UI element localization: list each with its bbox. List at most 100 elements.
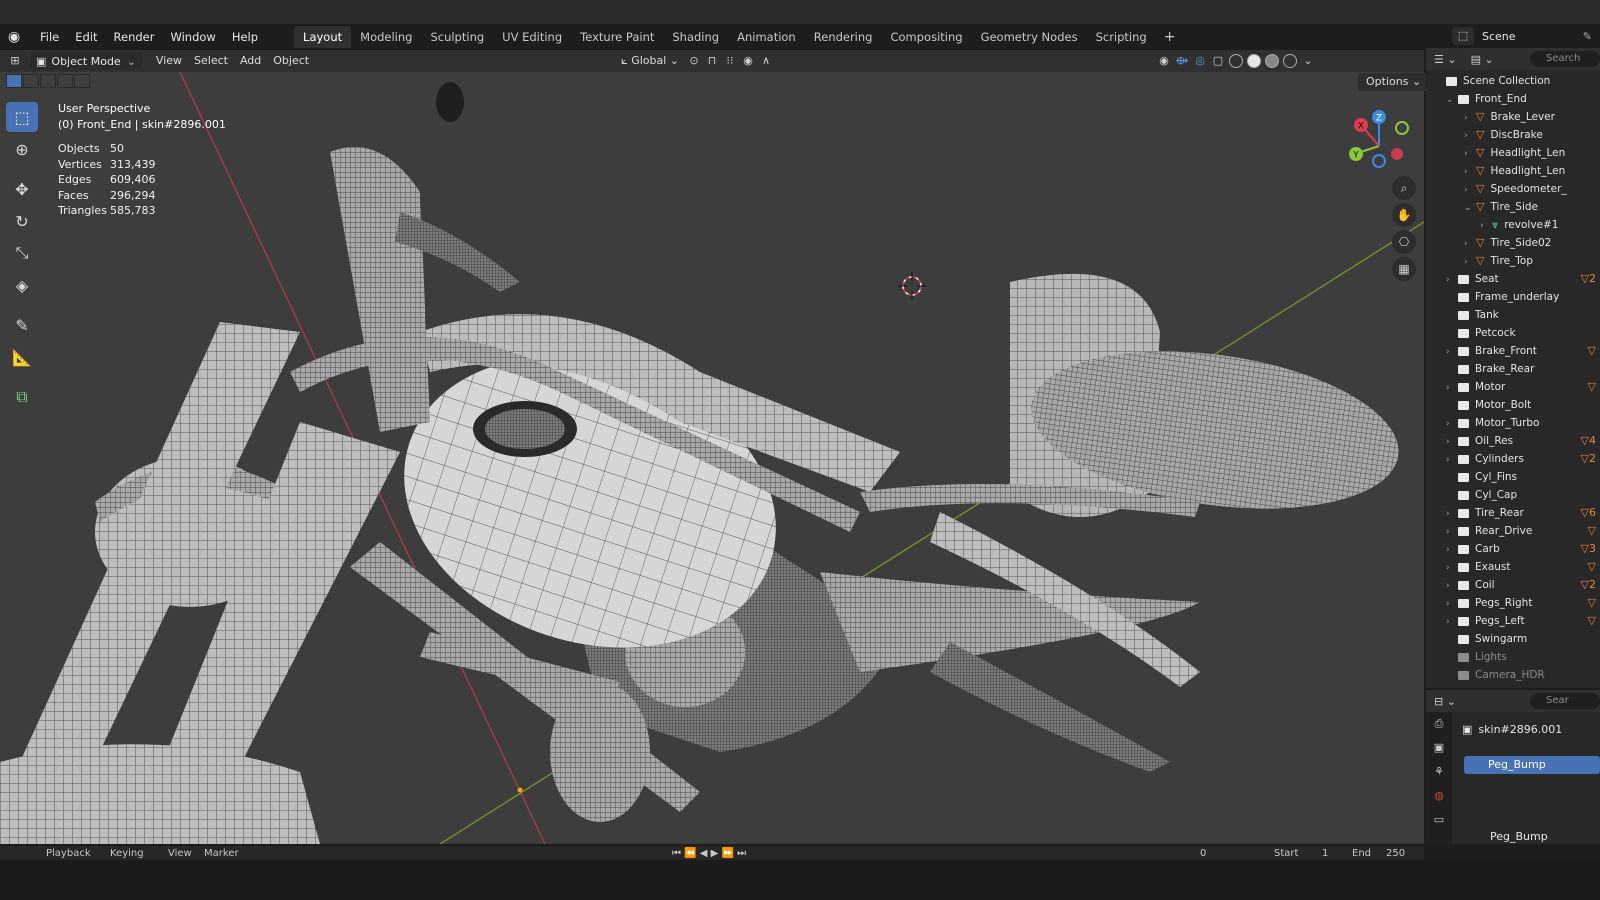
expand-closed-icon[interactable]: › <box>1446 613 1458 631</box>
scene-icon[interactable]: ⬚ <box>1452 27 1474 45</box>
material-slot-item[interactable]: Peg_Bump <box>1464 756 1600 774</box>
tab-geometry-nodes[interactable]: Geometry Nodes <box>972 26 1087 48</box>
expand-closed-icon[interactable]: › <box>1446 415 1458 433</box>
outliner-row[interactable]: › Brake_Front ▽ <box>1446 342 1600 360</box>
select-box-tool-icon[interactable]: ⬚ <box>6 102 38 132</box>
expand-closed-icon[interactable]: › <box>1446 379 1458 397</box>
select-subtract-mode-icon[interactable] <box>40 74 56 88</box>
pivot-point-icon[interactable]: ⊙ <box>685 52 703 70</box>
outliner-row[interactable]: › Seat ▽2 <box>1446 270 1600 288</box>
rotate-tool-icon[interactable]: ↻ <box>6 206 38 236</box>
material-shading-icon[interactable] <box>1265 54 1279 68</box>
outliner-row[interactable]: › Carb ▽3 <box>1446 540 1600 558</box>
outliner-row[interactable]: › ▽ Tire_Top <box>1464 252 1600 270</box>
ortho-grid-icon[interactable]: ▦ <box>1392 257 1416 281</box>
outliner-row[interactable]: Brake_Rear <box>1446 360 1600 378</box>
expand-closed-icon[interactable]: › <box>1446 451 1458 469</box>
outliner-row[interactable]: Camera_HDR <box>1446 666 1600 684</box>
camera-view-icon[interactable]: ⎔ <box>1392 230 1416 254</box>
shading-options-icon[interactable]: ⌄ <box>1299 52 1317 70</box>
tab-uv-editing[interactable]: UV Editing <box>493 26 571 48</box>
collection-tab-icon[interactable]: ▭ <box>1426 808 1452 832</box>
expand-closed-icon[interactable]: › <box>1446 343 1458 361</box>
timeline-view-menu[interactable]: View <box>168 848 192 859</box>
tab-modeling[interactable]: Modeling <box>351 26 421 48</box>
outliner-row[interactable]: › Coil ▽2 <box>1446 576 1600 594</box>
object-mode-dropdown[interactable]: ▣ Object Mode ⌄ <box>30 52 142 70</box>
outliner-row[interactable]: › ▽ Brake_Lever <box>1464 108 1600 126</box>
outliner-row[interactable]: › Rear_Drive ▽ <box>1446 522 1600 540</box>
expand-closed-icon[interactable]: › <box>1464 235 1476 253</box>
expand-closed-icon[interactable]: › <box>1464 127 1476 145</box>
expand-closed-icon[interactable]: › <box>1446 523 1458 541</box>
marker-menu[interactable]: Marker <box>204 848 239 859</box>
outliner-row[interactable]: › Motor_Turbo <box>1446 414 1600 432</box>
snap-target-icon[interactable]: ⁝⁝ <box>721 52 739 70</box>
material-name-field[interactable]: Peg_Bump <box>1460 828 1600 846</box>
falloff-icon[interactable]: ∧ <box>757 52 775 70</box>
expand-closed-icon[interactable]: › <box>1464 145 1476 163</box>
editor-type-icon[interactable]: ⊞ <box>6 52 24 70</box>
tab-rendering[interactable]: Rendering <box>805 26 882 48</box>
blender-logo-icon[interactable]: ◉ <box>8 29 24 45</box>
outliner-row[interactable]: › Oil_Res ▽4 <box>1446 432 1600 450</box>
scene-tab-icon[interactable]: ⚘ <box>1426 760 1452 784</box>
outliner-row[interactable]: › ▽ Speedometer_ <box>1464 180 1600 198</box>
outliner-row[interactable]: › ▽ Headlight_Len <box>1464 162 1600 180</box>
tab-sculpting[interactable]: Sculpting <box>421 26 493 48</box>
render-tab-icon[interactable]: ⎙ <box>1426 712 1452 736</box>
tab-animation[interactable]: Animation <box>728 26 805 48</box>
cursor-tool-icon[interactable]: ⊕ <box>6 134 38 164</box>
outliner-editor-icon[interactable]: ☰ ⌄ <box>1434 53 1457 66</box>
keying-menu[interactable]: Keying <box>110 848 144 859</box>
expand-open-icon[interactable]: ⌄ <box>1446 91 1458 109</box>
wireframe-shading-icon[interactable] <box>1229 54 1243 68</box>
menu-render[interactable]: Render <box>106 26 163 48</box>
solid-shading-icon[interactable] <box>1247 54 1261 68</box>
outliner-row[interactable]: Tank <box>1446 306 1600 324</box>
rendered-shading-icon[interactable] <box>1283 54 1297 68</box>
menu-edit[interactable]: Edit <box>67 26 105 48</box>
select-menu[interactable]: Select <box>188 52 234 70</box>
add-menu[interactable]: Add <box>234 52 267 70</box>
visibility-icon[interactable]: ◉ <box>1155 52 1173 70</box>
outliner-row[interactable]: Petcock <box>1446 324 1600 342</box>
outliner-row[interactable]: ⌄ Front_End <box>1446 90 1600 108</box>
expand-closed-icon[interactable]: › <box>1446 433 1458 451</box>
select-extend-mode-icon[interactable] <box>23 74 39 88</box>
add-workspace-button[interactable]: + <box>1156 26 1184 48</box>
menu-file[interactable]: File <box>32 26 67 48</box>
outliner-row[interactable]: Lights <box>1446 648 1600 666</box>
playback-controls[interactable]: ⏮ ⏪ ◀ ▶ ⏩ ⏭ <box>672 848 746 859</box>
expand-closed-icon[interactable]: › <box>1480 217 1492 235</box>
select-invert-mode-icon[interactable] <box>57 74 73 88</box>
gizmo-toggle-icon[interactable]: ⟴ <box>1173 52 1191 70</box>
outliner-row[interactable]: › Pegs_Right ▽ <box>1446 594 1600 612</box>
outliner-row[interactable]: › Exaust ▽ <box>1446 558 1600 576</box>
current-frame-field[interactable]: 0 <box>1200 848 1206 859</box>
scene-name[interactable]: Scene <box>1478 29 1583 43</box>
outliner-row[interactable]: › ⩔ revolve#1 <box>1480 216 1600 234</box>
outliner-row[interactable]: Motor_Bolt <box>1446 396 1600 414</box>
expand-closed-icon[interactable]: › <box>1446 595 1458 613</box>
expand-closed-icon[interactable]: › <box>1446 541 1458 559</box>
tab-layout[interactable]: Layout <box>294 26 352 48</box>
output-tab-icon[interactable]: ▣ <box>1426 736 1452 760</box>
outliner-row[interactable]: Scene Collection <box>1434 72 1600 90</box>
expand-closed-icon[interactable]: › <box>1446 559 1458 577</box>
tab-shading[interactable]: Shading <box>663 26 728 48</box>
outliner-row[interactable]: › ▽ Headlight_Len <box>1464 144 1600 162</box>
outliner-search-input[interactable]: Search <box>1530 51 1600 67</box>
properties-search-input[interactable]: Sear <box>1530 693 1600 709</box>
tab-texture-paint[interactable]: Texture Paint <box>571 26 663 48</box>
expand-closed-icon[interactable]: › <box>1446 505 1458 523</box>
transform-orientation-dropdown[interactable]: ⟀ Global ⌄ <box>615 52 685 70</box>
world-tab-icon[interactable]: ◍ <box>1426 784 1452 808</box>
overlay-toggle-icon[interactable]: ◎ <box>1191 52 1209 70</box>
pan-hand-icon[interactable]: ✋ <box>1392 203 1416 227</box>
start-frame-value[interactable]: 1 <box>1322 848 1328 859</box>
outliner-row[interactable]: › Tire_Rear ▽6 <box>1446 504 1600 522</box>
pin-icon[interactable]: ✎ <box>1583 30 1592 43</box>
zoom-icon[interactable]: ⌕ <box>1392 176 1416 200</box>
expand-closed-icon[interactable]: › <box>1464 181 1476 199</box>
